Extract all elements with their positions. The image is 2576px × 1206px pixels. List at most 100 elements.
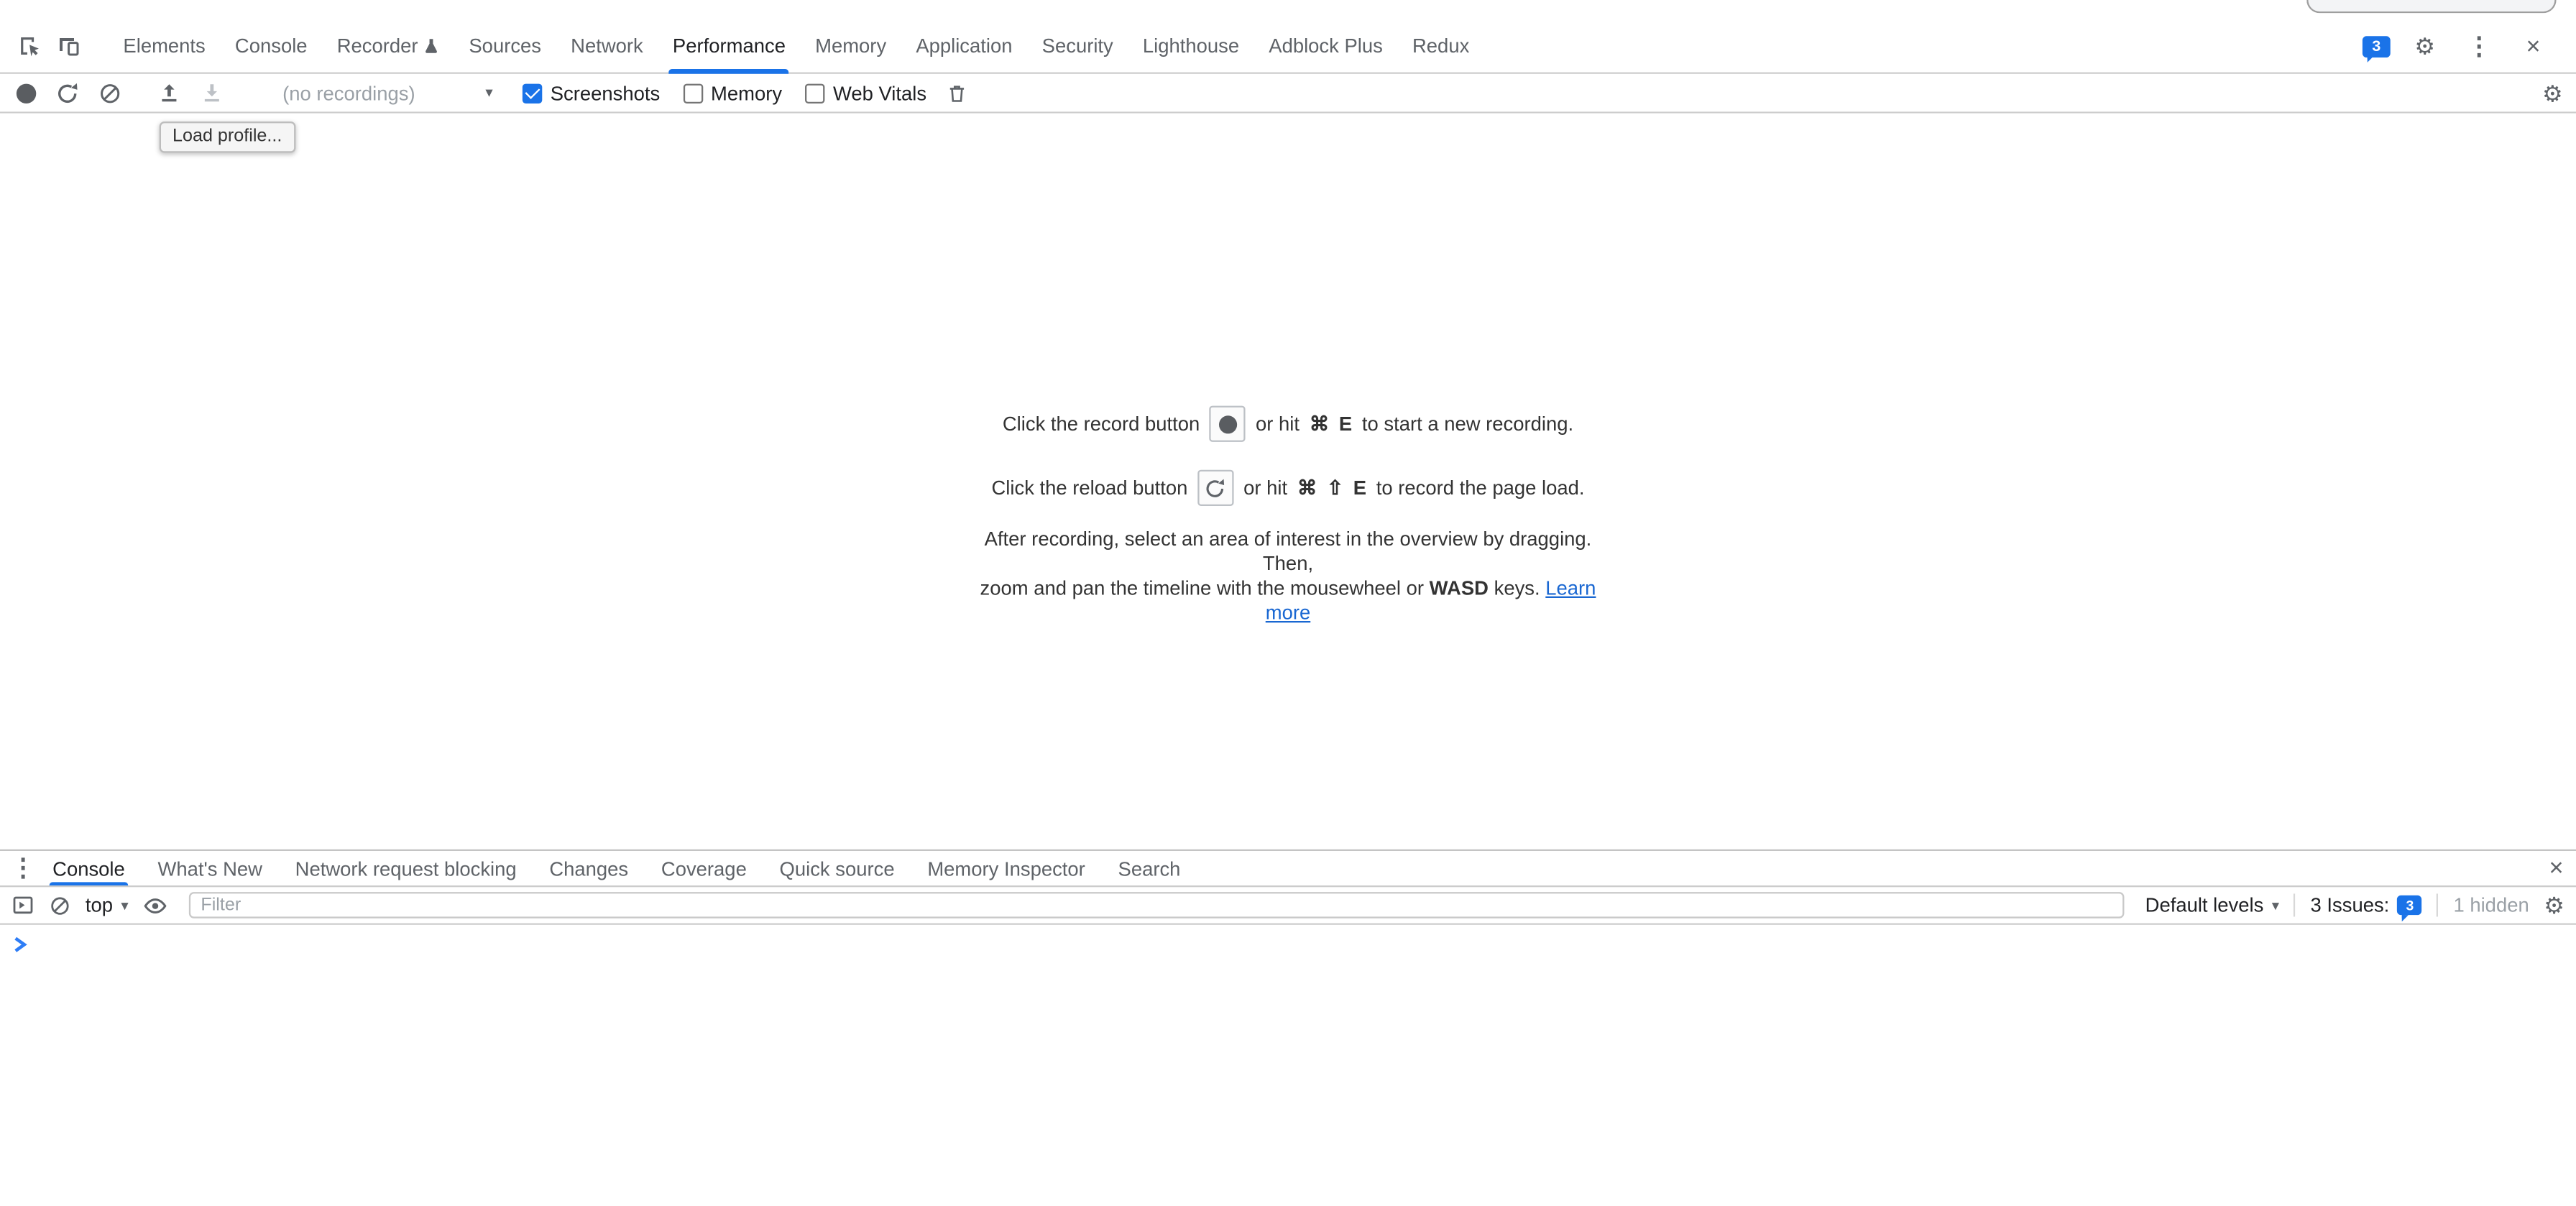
device-toolbar-icon[interactable] xyxy=(50,23,89,69)
capture-settings-gear-icon[interactable]: ⚙ xyxy=(2542,81,2563,104)
hint-text: Click the reload button xyxy=(991,477,1187,500)
devtools-window: Elements Console Recorder Sources Networ… xyxy=(0,0,2576,1206)
hint-text: After recording, select an area of inter… xyxy=(985,528,1592,575)
garbage-collect-trash-icon[interactable] xyxy=(946,81,967,104)
record-dot-icon xyxy=(1219,415,1237,433)
load-profile-tooltip: Load profile... xyxy=(160,121,295,152)
shift-key-glyph: ⇧ xyxy=(1327,477,1343,500)
log-levels-dropdown[interactable]: Default levels ▾ xyxy=(2145,893,2279,916)
tab-recorder[interactable]: Recorder xyxy=(322,19,454,73)
e-key-glyph: E xyxy=(1339,413,1352,436)
console-prompt[interactable] xyxy=(0,925,2576,953)
drawer-tab-memory-inspector[interactable]: Memory Inspector xyxy=(911,851,1101,885)
tab-label: Memory Inspector xyxy=(927,857,1085,880)
tab-sources[interactable]: Sources xyxy=(454,19,556,73)
web-vitals-checkbox[interactable]: Web Vitals xyxy=(805,81,926,104)
tab-application[interactable]: Application xyxy=(901,19,1027,73)
tab-memory[interactable]: Memory xyxy=(801,19,901,73)
hint-text: Click the record button xyxy=(1003,413,1200,436)
cmd-key-glyph: ⌘ xyxy=(1310,413,1329,436)
inspect-element-icon[interactable] xyxy=(10,23,50,69)
context-label: top xyxy=(86,893,113,916)
tab-label: Search xyxy=(1118,857,1181,880)
clear-console-icon[interactable] xyxy=(50,895,71,916)
drawer-close-icon[interactable]: × xyxy=(2536,851,2576,885)
chevron-down-icon: ▾ xyxy=(2272,896,2279,914)
checkbox-label: Web Vitals xyxy=(833,81,926,104)
devtools-tabbar: Elements Console Recorder Sources Networ… xyxy=(0,0,2576,74)
window-remnant xyxy=(2306,0,2556,13)
levels-label: Default levels xyxy=(2145,893,2264,916)
tab-label: Performance xyxy=(673,34,786,57)
tab-label: Console xyxy=(52,857,125,880)
tab-performance[interactable]: Performance xyxy=(658,19,800,73)
performance-panel-body: Click the record button or hit ⌘ E to st… xyxy=(0,114,2576,850)
tab-elements[interactable]: Elements xyxy=(109,19,220,73)
drawer-tab-search[interactable]: Search xyxy=(1102,851,1197,885)
empty-state-hint: Click the record button or hit ⌘ E to st… xyxy=(958,406,1619,626)
console-toolbar: top ▾ Default levels ▾ 3 Issues: 3 1 hid… xyxy=(0,887,2576,925)
settings-gear-icon[interactable]: ⚙ xyxy=(2405,23,2444,69)
tab-label: Elements xyxy=(123,34,205,57)
record-button[interactable] xyxy=(17,83,36,102)
tab-label: Network request blocking xyxy=(295,857,517,880)
tab-label: Recorder xyxy=(337,34,418,57)
live-expression-eye-icon[interactable] xyxy=(143,895,167,916)
issues-label: 3 Issues: xyxy=(2311,893,2390,916)
save-profile-icon xyxy=(201,81,224,104)
reload-hint-row: Click the reload button or hit ⌘ ⇧ E to … xyxy=(991,470,1584,506)
drawer-tab-whats-new[interactable]: What's New xyxy=(142,851,279,885)
drawer-tab-changes[interactable]: Changes xyxy=(533,851,645,885)
tab-label: Coverage xyxy=(661,857,747,880)
tab-label: Adblock Plus xyxy=(1269,34,1383,57)
console-sidebar-toggle-icon[interactable] xyxy=(12,893,34,916)
tab-console[interactable]: Console xyxy=(220,19,322,73)
reload-and-profile-icon[interactable] xyxy=(56,81,79,104)
toolbar-divider xyxy=(2294,893,2296,916)
record-hint-button[interactable] xyxy=(1210,406,1246,442)
tab-network[interactable]: Network xyxy=(556,19,658,73)
drawer-tab-coverage[interactable]: Coverage xyxy=(645,851,763,885)
tab-label: Changes xyxy=(549,857,628,880)
tab-label: What's New xyxy=(157,857,262,880)
memory-checkbox[interactable]: Memory xyxy=(683,81,782,104)
drawer-tab-network-request-blocking[interactable]: Network request blocking xyxy=(279,851,533,885)
chevron-down-icon: ▾ xyxy=(485,84,492,102)
drawer-tab-quick-source[interactable]: Quick source xyxy=(763,851,911,885)
checkbox-box xyxy=(523,83,542,102)
tab-label: Sources xyxy=(469,34,541,57)
chevron-down-icon: ▾ xyxy=(121,896,128,914)
execution-context-dropdown[interactable]: top ▾ xyxy=(86,893,129,916)
recordings-dropdown[interactable]: (no recordings) ▾ xyxy=(282,81,493,104)
close-devtools-icon[interactable]: × xyxy=(2513,23,2553,69)
screenshots-checkbox[interactable]: Screenshots xyxy=(523,81,660,104)
console-filter-input[interactable] xyxy=(189,892,2124,919)
tab-lighthouse[interactable]: Lighthouse xyxy=(1128,19,1254,73)
checkbox-box xyxy=(805,83,824,102)
clear-recording-icon[interactable] xyxy=(98,81,121,104)
console-settings-gear-icon[interactable]: ⚙ xyxy=(2544,893,2564,916)
tab-redux[interactable]: Redux xyxy=(1397,19,1484,73)
issues-bubble-icon: 3 xyxy=(2398,896,2422,915)
tab-security[interactable]: Security xyxy=(1027,19,1128,73)
drawer-tab-console[interactable]: Console xyxy=(36,851,141,885)
tab-adblock-plus[interactable]: Adblock Plus xyxy=(1254,19,1398,73)
console-messages-area[interactable] xyxy=(0,925,2576,1201)
tabbar-right-controls: 3 ⚙ ⋮ × xyxy=(2363,23,2559,69)
issues-counter[interactable]: 3 Issues: 3 xyxy=(2311,893,2423,916)
tab-label: Console xyxy=(235,34,308,57)
checkbox-label: Memory xyxy=(711,81,782,104)
issues-bubble-icon[interactable]: 3 xyxy=(2363,35,2391,57)
tab-label: Network xyxy=(571,34,643,57)
reload-hint-button[interactable] xyxy=(1197,470,1233,506)
load-profile-icon[interactable] xyxy=(157,81,180,104)
tab-label: Redux xyxy=(1412,34,1469,57)
experiment-flask-icon xyxy=(425,38,440,55)
tab-label: Security xyxy=(1042,34,1113,57)
recordings-dropdown-label: (no recordings) xyxy=(282,81,415,104)
drawer-more-tools-kebab-icon[interactable]: ⋮ xyxy=(10,851,37,885)
more-options-kebab-icon[interactable]: ⋮ xyxy=(2460,23,2499,69)
hint-text: to start a new recording. xyxy=(1362,413,1573,436)
hint-text: keys. xyxy=(1494,576,1540,599)
tab-label: Lighthouse xyxy=(1143,34,1239,57)
